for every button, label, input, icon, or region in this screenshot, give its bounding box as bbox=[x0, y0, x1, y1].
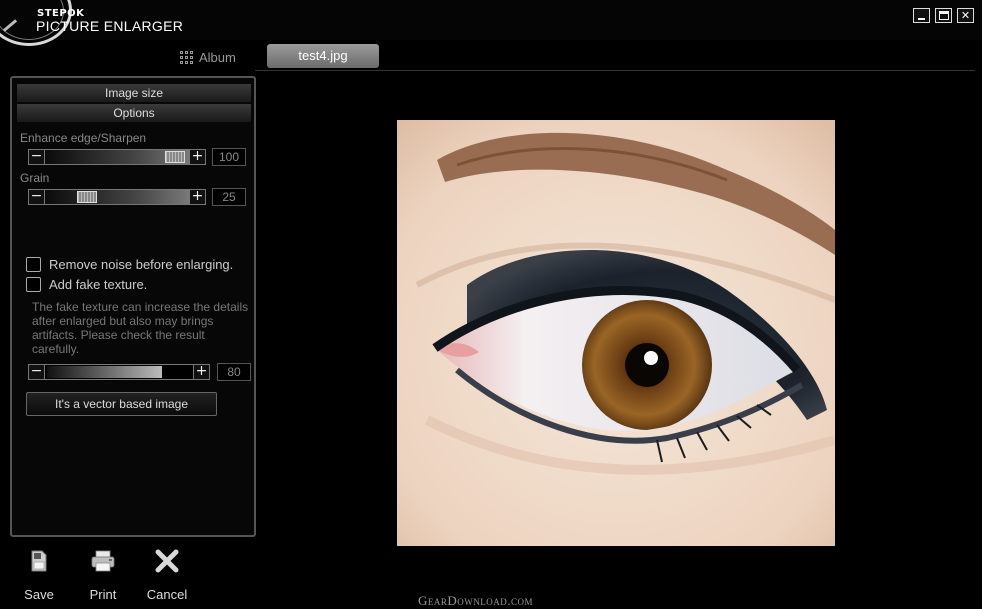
remove-noise-label: Remove noise before enlarging. bbox=[49, 257, 234, 272]
print-button[interactable]: Print bbox=[77, 545, 129, 602]
sharpen-increase-button[interactable]: + bbox=[189, 149, 205, 164]
minimize-icon bbox=[918, 18, 925, 20]
close-icon: ✕ bbox=[960, 9, 971, 22]
fake-texture-checkbox[interactable] bbox=[26, 277, 41, 292]
texture-value[interactable]: 80 bbox=[217, 363, 251, 381]
sharpen-slider[interactable]: − + bbox=[28, 149, 206, 165]
grid-icon bbox=[180, 50, 193, 64]
sharpen-value[interactable]: 100 bbox=[212, 148, 246, 166]
minimize-button[interactable] bbox=[913, 8, 930, 23]
remove-noise-checkbox[interactable] bbox=[26, 257, 41, 272]
texture-slider[interactable]: − + bbox=[28, 364, 210, 380]
image-size-header[interactable]: Image size bbox=[17, 84, 251, 102]
grain-value[interactable]: 25 bbox=[212, 188, 246, 206]
cancel-label: Cancel bbox=[146, 587, 188, 602]
texture-slider-fill bbox=[47, 366, 163, 378]
grain-label: Grain bbox=[20, 171, 50, 185]
save-button[interactable]: Save bbox=[13, 545, 65, 602]
tab-album[interactable]: Album bbox=[180, 48, 236, 66]
maximize-icon bbox=[939, 11, 949, 20]
title-bar: STEPOK PICTURE ENLARGER ✕ bbox=[0, 0, 982, 46]
maximize-button[interactable] bbox=[935, 8, 952, 23]
cancel-icon bbox=[141, 545, 193, 577]
fake-texture-label: Add fake texture. bbox=[49, 277, 148, 292]
save-label: Save bbox=[24, 587, 54, 602]
watermark: GearDownload.com bbox=[418, 593, 534, 608]
eye-image bbox=[397, 120, 835, 546]
image-preview[interactable] bbox=[397, 120, 835, 546]
grain-slider-thumb[interactable] bbox=[76, 191, 97, 203]
options-header[interactable]: Options bbox=[17, 104, 251, 122]
texture-decrease-button[interactable]: − bbox=[29, 364, 45, 379]
tab-album-label: Album bbox=[199, 49, 236, 65]
print-icon bbox=[77, 545, 129, 577]
app-title: PICTURE ENLARGER bbox=[36, 18, 184, 34]
cancel-button[interactable]: Cancel bbox=[141, 545, 193, 602]
vector-image-button[interactable]: It's a vector based image bbox=[26, 392, 217, 416]
print-label: Print bbox=[89, 587, 117, 602]
tab-file[interactable]: test4.jpg bbox=[267, 44, 379, 68]
grain-decrease-button[interactable]: − bbox=[29, 189, 45, 204]
options-panel: Image size Options Enhance edge/Sharpen … bbox=[10, 76, 256, 537]
sharpen-decrease-button[interactable]: − bbox=[29, 149, 45, 164]
save-icon bbox=[13, 545, 65, 577]
grain-slider[interactable]: − + bbox=[28, 189, 206, 205]
sharpen-slider-thumb[interactable] bbox=[165, 151, 185, 163]
fake-texture-description: The fake texture can increase the detail… bbox=[32, 300, 249, 356]
texture-increase-button[interactable]: + bbox=[193, 364, 209, 379]
close-button[interactable]: ✕ bbox=[957, 8, 974, 23]
remove-noise-checkbox-row[interactable]: Remove noise before enlarging. bbox=[26, 257, 233, 272]
tab-divider bbox=[255, 70, 975, 71]
fake-texture-checkbox-row[interactable]: Add fake texture. bbox=[26, 277, 147, 292]
sharpen-label: Enhance edge/Sharpen bbox=[20, 131, 147, 145]
grain-increase-button[interactable]: + bbox=[189, 189, 205, 204]
